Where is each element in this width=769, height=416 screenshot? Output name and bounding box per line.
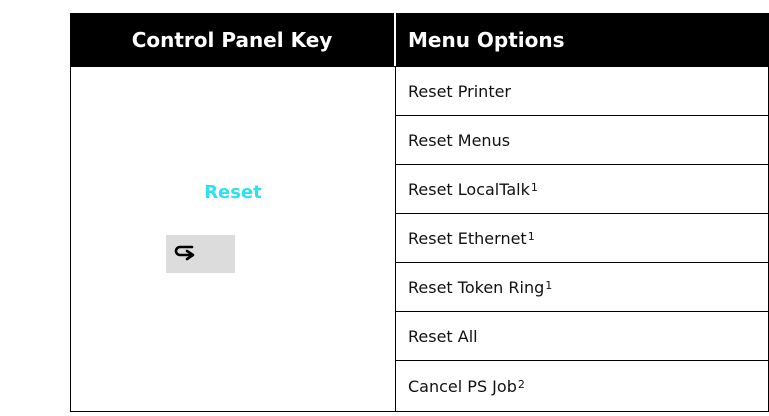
header-control-panel-key: Control Panel Key (70, 13, 394, 66)
menu-item-label: Reset Menus (408, 130, 511, 150)
menu-options-list: Reset Printer Reset Menus Reset LocalTal… (396, 67, 768, 411)
header-menu-options: Menu Options (396, 13, 769, 66)
menu-item-label: Reset All (408, 326, 478, 346)
menu-item-label: Cancel PS Job (408, 376, 517, 396)
menu-item-cancel-ps-job: Cancel PS Job 2 (408, 376, 525, 396)
table-body: Reset Reset Printer Reset Menus Reset Lo… (70, 66, 769, 412)
table-header: Control Panel Key Menu Options (70, 13, 769, 66)
menu-item-reset-menus: Reset Menus (396, 116, 768, 165)
menu-item-label: Reset LocalTalk (408, 179, 530, 199)
menu-item-label: Reset Printer (408, 81, 512, 101)
menu-item-reset-localtalk: Reset LocalTalk 1 (396, 165, 768, 214)
menu-item-label: Reset Token Ring (408, 277, 545, 297)
reset-menu-table: Control Panel Key Menu Options Reset Res… (70, 13, 769, 412)
menu-item-reset-printer: Reset Printer (396, 67, 768, 116)
menu-item-label: Reset Ethernet (408, 228, 527, 248)
menu-item-reset-token-ring: Reset Token Ring 1 (396, 263, 768, 312)
return-arrow-icon (174, 243, 196, 265)
reset-key-button[interactable] (166, 235, 235, 273)
menu-item-reset-ethernet: Reset Ethernet 1 (396, 214, 768, 263)
menu-item-reset-all: Reset All (396, 312, 768, 361)
control-panel-key-cell: Reset (71, 67, 396, 411)
reset-key-label: Reset (204, 182, 262, 203)
